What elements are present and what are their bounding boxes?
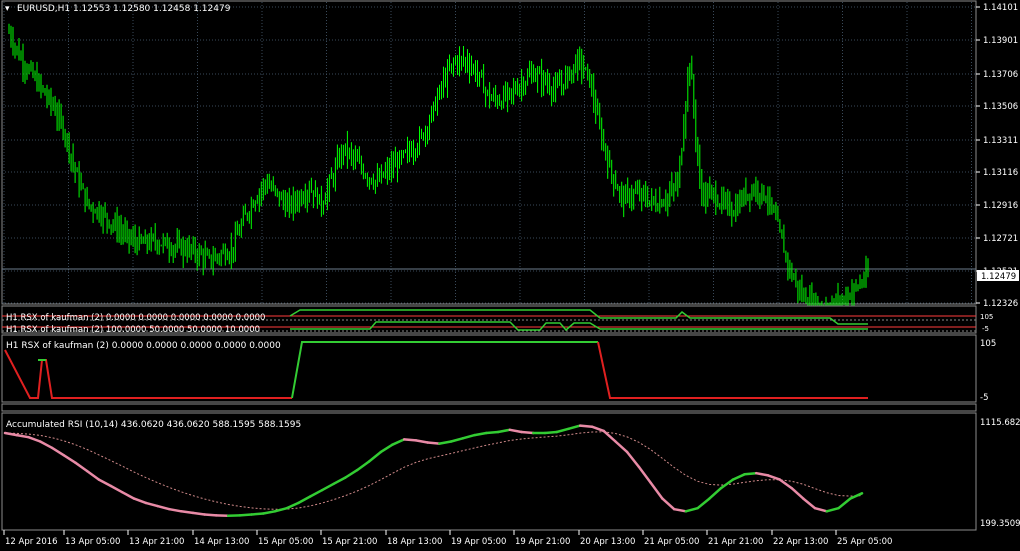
acc-rsi-segment	[191, 511, 206, 516]
time-tick-label: 19 Apr 21:00	[515, 537, 570, 547]
acc-rsi-segment	[179, 510, 195, 515]
time-tick-label: 13 Apr 05:00	[65, 537, 120, 547]
sub3-title: Accumulated RSI (10,14) 436.0620 436.062…	[6, 420, 301, 430]
time-tick-label: 25 Apr 05:00	[837, 537, 892, 547]
time-axis[interactable]: 12 Apr 2016 13 Apr 05:00 13 Apr 21:00 14 Ap…	[3, 530, 892, 547]
accumulated-rsi-panel[interactable]: Accumulated RSI (10,14) 436.0620 436.062…	[1, 412, 1020, 531]
price-tick-label: 1.13311	[983, 136, 1018, 146]
sub2-axis-top: 105	[980, 339, 996, 349]
main-title-icon: ▾	[5, 4, 10, 14]
price-tick-label: 1.12326	[983, 299, 1018, 309]
acc-rsi-segment	[402, 438, 418, 442]
time-tick-label: 20 Apr 13:00	[580, 537, 635, 547]
price-tick-label: 1.14101	[983, 3, 1018, 13]
acc-rsi-segment	[578, 424, 594, 428]
sub1-axis-b: -5	[982, 325, 989, 333]
main-title: EURUSD,H1 1.12553 1.12580 1.12458 1.1247…	[17, 4, 231, 14]
time-tick-label: 14 Apr 13:00	[194, 537, 249, 547]
acc-rsi-segment	[250, 512, 265, 516]
acc-rsi-segment	[238, 513, 253, 517]
sub3-axis-bottom: 199.3509	[980, 519, 1020, 529]
rsx-panel[interactable]: H1 RSX of kaufman (2) 0.0000 0.0000 0.00…	[1, 334, 996, 403]
sub1-title-a: H1 RSX of kaufman (2) 0.0000 0.0000 0.00…	[6, 313, 265, 323]
time-tick-label: 22 Apr 13:00	[773, 537, 828, 547]
time-tick-label: 19 Apr 05:00	[451, 537, 506, 547]
last-price-label: 1.12479	[981, 272, 1016, 282]
empty-separator-panel	[1, 403, 977, 412]
acc-rsi-segment	[485, 430, 500, 435]
sub2-axis-bottom: -5	[980, 393, 988, 403]
main-panel-frame	[1, 0, 977, 305]
time-tick-label: 13 Apr 21:00	[129, 537, 184, 547]
time-tick-label: 21 Apr 05:00	[644, 537, 699, 547]
sub3-frame	[1, 412, 977, 531]
price-tick-label: 1.13901	[983, 36, 1018, 46]
price-tick-label: 1.13116	[983, 168, 1018, 178]
sub2-title: H1 RSX of kaufman (2) 0.0000 0.0000 0.00…	[6, 341, 281, 351]
acc-rsi-segment	[426, 441, 441, 445]
time-tick-label: 18 Apr 13:00	[387, 537, 442, 547]
time-tick-label: 15 Apr 21:00	[322, 537, 377, 547]
price-tick-label: 1.13706	[983, 70, 1018, 80]
time-tick-label: 15 Apr 05:00	[258, 537, 313, 547]
rsx-compressed-panel[interactable]: H1 RSX of kaufman (2) 0.0000 0.0000 0.00…	[1, 305, 993, 335]
acc-rsi-segment	[543, 430, 559, 435]
time-tick-label: 21 Apr 21:00	[708, 537, 763, 547]
trading-chart[interactable]: ▾ EURUSD,H1 1.12553 1.12580 1.12458 1.12…	[0, 0, 1020, 551]
acc-rsi-segment	[520, 430, 535, 435]
price-tick-label: 1.12721	[983, 234, 1018, 244]
sub3-axis-top: 1115.682	[980, 418, 1020, 428]
price-axis[interactable]: 1.14101 1.13901 1.13706 1.13506 1.13311 1.131…	[976, 3, 1018, 309]
price-tick-label: 1.12916	[983, 201, 1018, 211]
main-price-panel[interactable]: ▾ EURUSD,H1 1.12553 1.12580 1.12458 1.12…	[1, 0, 1019, 325]
sub1-axis-a: 105	[980, 313, 993, 321]
price-tick-label: 1.13506	[983, 102, 1018, 112]
acc-rsi-segment	[203, 513, 218, 517]
time-tick-label: 12 Apr 2016	[5, 537, 58, 547]
sub1-title-b: H1 RSX of kaufman (2) 100.0000 50.0000 5…	[6, 325, 260, 335]
acc-rsi-segment	[743, 471, 758, 476]
